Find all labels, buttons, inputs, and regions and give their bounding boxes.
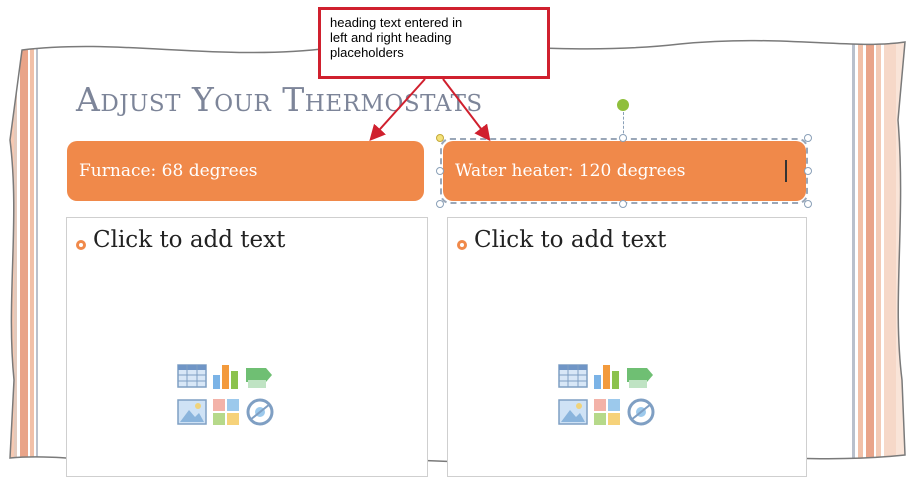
rotation-handle[interactable] <box>617 99 629 111</box>
slide-title[interactable]: Adjust Your Thermostats <box>76 80 483 119</box>
resize-handle-top[interactable] <box>619 134 627 142</box>
callout-line-1: heading text entered in <box>330 15 463 30</box>
resize-handle-top-right[interactable] <box>804 134 812 142</box>
insert-table-icon[interactable] <box>176 360 208 392</box>
callout-line-2: left and right heading <box>330 30 452 45</box>
resize-handle-bottom-right[interactable] <box>804 200 812 208</box>
left-placeholder-text: Click to add text <box>93 227 286 253</box>
left-heading-placeholder[interactable]: Furnace: 68 degrees <box>67 141 424 201</box>
resize-handle-bottom-left[interactable] <box>436 200 444 208</box>
insert-media-icon[interactable] <box>244 396 276 428</box>
clip-art-icon[interactable] <box>591 396 623 428</box>
insert-media-icon[interactable] <box>625 396 657 428</box>
right-heading-text: Water heater: 120 degrees <box>455 161 686 181</box>
resize-handle-bottom[interactable] <box>619 200 627 208</box>
insert-smartart-icon[interactable] <box>244 360 276 392</box>
bullet-icon <box>76 240 86 250</box>
left-content-placeholder[interactable]: Click to add text <box>66 217 428 477</box>
left-heading-text: Furnace: 68 degrees <box>79 161 258 181</box>
clip-art-icon[interactable] <box>210 396 242 428</box>
callout-box: heading text entered in left and right h… <box>318 7 550 79</box>
text-cursor <box>785 160 787 182</box>
insert-picture-icon[interactable] <box>176 396 208 428</box>
bullet-icon <box>457 240 467 250</box>
callout-line-3: placeholders <box>330 45 404 60</box>
insert-table-icon[interactable] <box>557 360 589 392</box>
right-placeholder-text: Click to add text <box>474 227 667 253</box>
insert-chart-icon[interactable] <box>591 360 623 392</box>
right-heading-placeholder[interactable]: Water heater: 120 degrees <box>443 141 806 201</box>
resize-handle-right[interactable] <box>804 167 812 175</box>
insert-smartart-icon[interactable] <box>625 360 657 392</box>
resize-handle-left[interactable] <box>436 167 444 175</box>
insert-picture-icon[interactable] <box>557 396 589 428</box>
right-content-placeholder[interactable]: Click to add text <box>447 217 807 477</box>
insert-chart-icon[interactable] <box>210 360 242 392</box>
resize-handle-top-left[interactable] <box>436 134 444 142</box>
